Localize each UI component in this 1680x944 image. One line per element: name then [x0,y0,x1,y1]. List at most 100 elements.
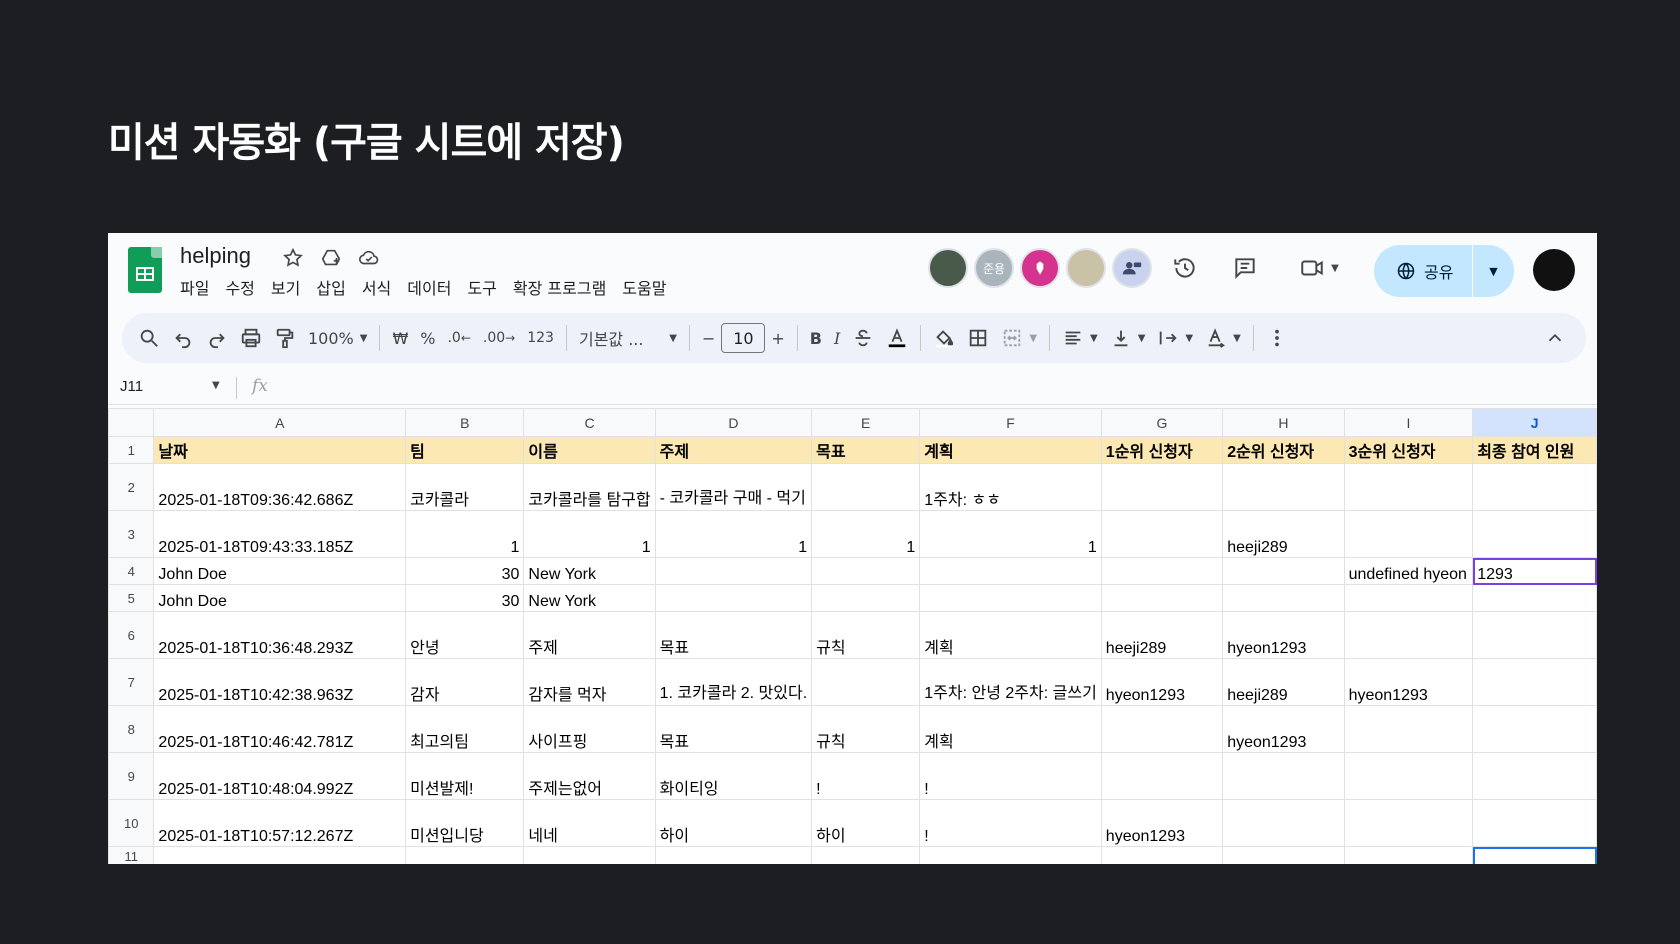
cell-I6[interactable] [1343,611,1474,659]
cell-A7[interactable]: 2025-01-18T10:42:38.963Z [153,658,407,706]
row-header[interactable]: 9 [108,752,155,800]
paint-format-icon[interactable] [268,320,302,356]
column-header[interactable]: J [1472,408,1597,437]
cell-E2[interactable] [811,463,921,511]
cell-H6[interactable]: hyeon1293 [1222,611,1345,659]
horizontal-align-icon[interactable]: ▼ [1056,320,1104,356]
document-title[interactable]: helping [180,243,251,269]
cell-E3[interactable]: 1 [811,510,921,558]
cell-A8[interactable]: 2025-01-18T10:46:42.781Z [153,705,407,753]
cell-G7[interactable]: hyeon1293 [1100,658,1224,706]
cell-G6[interactable]: heeji289 [1100,611,1224,659]
column-header[interactable]: G [1100,408,1224,437]
merge-cells-icon[interactable]: ▼ [995,320,1043,356]
row-header[interactable]: 7 [108,658,155,706]
cell-J7[interactable] [1472,658,1597,706]
cell-H9[interactable] [1222,752,1345,800]
cell-G2[interactable] [1100,463,1224,511]
cell-G9[interactable] [1100,752,1224,800]
cell-F8[interactable]: 계획 [919,705,1102,753]
more-options-icon[interactable] [1260,320,1294,356]
header-cell[interactable]: 2순위 신청자 [1222,436,1345,464]
share-button[interactable]: 공유 ▼ [1374,245,1514,297]
menu-view[interactable]: 보기 [263,275,308,299]
cell-H8[interactable]: hyeon1293 [1222,705,1345,753]
cell-D9[interactable]: 화이티잉 [654,752,813,800]
column-header[interactable]: C [523,408,656,437]
cell-E10[interactable]: 하이 [811,799,921,847]
star-icon[interactable] [280,245,306,271]
cell-C8[interactable]: 사이프핑 [523,705,656,753]
cell-J5[interactable] [1472,584,1597,612]
cloud-status-icon[interactable] [356,245,382,271]
text-color-icon[interactable] [880,320,914,356]
cell-G5[interactable] [1100,584,1224,612]
row-header[interactable]: 3 [108,510,155,558]
cell-F9[interactable]: ! [919,752,1102,800]
cell-G8[interactable] [1100,705,1224,753]
cell-A6[interactable]: 2025-01-18T10:36:48.293Z [153,611,407,659]
menu-data[interactable]: 데이터 [399,275,459,299]
cell-C4[interactable]: New York [523,557,656,585]
cell-F7[interactable]: 1주차: 안녕 2주차: 글쓰기 [919,658,1102,706]
decrease-decimal-button[interactable]: .0 ← [441,320,476,356]
vertical-align-icon[interactable]: ▼ [1104,320,1152,356]
redo-icon[interactable] [200,320,234,356]
column-header[interactable]: B [405,408,525,437]
cell-C7[interactable]: 감자를 먹자 [523,658,656,706]
cell-F6[interactable]: 계획 [919,611,1102,659]
cell-H4[interactable] [1222,557,1345,585]
fill-color-icon[interactable] [927,320,961,356]
cell-H11[interactable] [1222,846,1345,864]
cell-D7[interactable]: 1. 코카콜라 2. 맛있다. [654,658,813,706]
more-formats-button[interactable]: 123 [521,320,560,356]
cell-J3[interactable] [1472,510,1597,558]
cell-D6[interactable]: 목표 [654,611,813,659]
cell-C10[interactable]: 네네 [523,799,656,847]
cell-I8[interactable] [1343,705,1474,753]
cell-E9[interactable]: ! [811,752,921,800]
cell-E11[interactable] [811,846,921,864]
cell-A9[interactable]: 2025-01-18T10:48:04.992Z [153,752,407,800]
avatar[interactable] [1066,248,1106,288]
cell-I10[interactable] [1343,799,1474,847]
search-icon[interactable] [132,320,166,356]
cell-H5[interactable] [1222,584,1345,612]
cell-C2[interactable]: 코카콜라를 탐구합 [523,463,656,511]
cell-I5[interactable] [1343,584,1474,612]
cell-F2[interactable]: 1주차: ㅎㅎ [919,463,1102,511]
header-cell[interactable]: 최종 참여 인원 [1472,436,1597,464]
chevron-down-icon[interactable]: ▼ [212,380,220,391]
cell-G4[interactable] [1100,557,1224,585]
collapse-menu-icon[interactable] [1538,320,1572,356]
header-cell[interactable]: 1순위 신청자 [1100,436,1224,464]
cell-F4[interactable] [919,557,1102,585]
cell-I4[interactable]: undefined hyeon [1343,557,1474,585]
cell-D8[interactable]: 목표 [654,705,813,753]
menu-edit[interactable]: 수정 [217,275,262,299]
avatar[interactable] [928,248,968,288]
cell-B10[interactable]: 미션입니당 [405,799,525,847]
cell-F3[interactable]: 1 [919,510,1102,558]
cell-B4[interactable]: 30 [405,557,525,585]
column-header[interactable]: F [919,408,1102,437]
cell-I9[interactable] [1343,752,1474,800]
row-header[interactable]: 4 [108,557,155,585]
cell-A4[interactable]: John Doe [153,557,407,585]
move-to-drive-icon[interactable] [318,245,344,271]
meet-icon[interactable]: ▼ [1294,253,1344,283]
menu-help[interactable]: 도움말 [614,275,674,299]
cell-C5[interactable]: New York [523,584,656,612]
cell-J8[interactable] [1472,705,1597,753]
header-cell[interactable]: 이름 [523,436,656,464]
column-header[interactable]: D [654,408,813,437]
borders-icon[interactable] [961,320,995,356]
menu-extensions[interactable]: 확장 프로그램 [505,275,614,299]
cell-H10[interactable] [1222,799,1345,847]
cell-C3[interactable]: 1 [523,510,656,558]
cell-H3[interactable]: heeji289 [1222,510,1345,558]
font-size-input[interactable]: 10 [721,323,766,353]
decrease-font-size-button[interactable]: − [696,320,721,356]
column-header[interactable]: I [1343,408,1474,437]
cell-E4[interactable] [811,557,921,585]
